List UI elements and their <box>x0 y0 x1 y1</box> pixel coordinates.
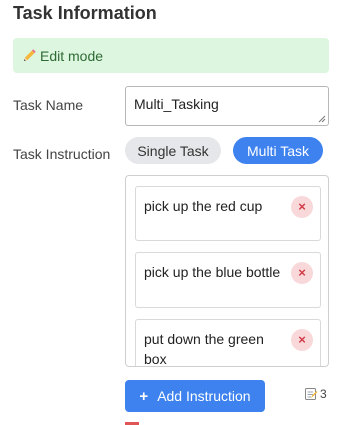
remove-instruction-button[interactable]: × <box>291 329 313 351</box>
instruction-text: put down the green box <box>144 331 264 367</box>
task-information-panel: Task Information Edit mode Task Name Mul… <box>0 0 355 425</box>
instruction-item[interactable]: pick up the red cup × <box>135 186 321 241</box>
multi-task-button[interactable]: Multi Task <box>233 137 323 164</box>
memo-icon <box>305 388 318 400</box>
resize-grip-icon[interactable] <box>318 115 326 123</box>
single-task-button[interactable]: Single Task <box>125 137 221 164</box>
task-instruction-label: Task Instruction <box>13 146 111 162</box>
plus-icon: + <box>139 387 149 405</box>
add-instruction-label: Add Instruction <box>157 388 251 404</box>
task-name-input[interactable]: Multi_Tasking <box>125 86 329 126</box>
remove-instruction-button[interactable]: × <box>291 196 313 218</box>
instruction-list[interactable]: pick up the red cup × pick up the blue b… <box>125 175 329 367</box>
close-icon: × <box>298 332 306 347</box>
instruction-count: 3 <box>304 387 327 401</box>
pencil-icon <box>24 48 36 61</box>
add-instruction-button[interactable]: + Add Instruction <box>125 380 265 412</box>
instruction-text: pick up the blue bottle <box>144 264 281 280</box>
instruction-text: pick up the red cup <box>144 198 263 214</box>
panel-title: Task Information <box>13 3 157 23</box>
task-name-value: Multi_Tasking <box>134 96 219 112</box>
close-icon: × <box>298 199 306 214</box>
instruction-count-value: 3 <box>320 387 327 401</box>
instruction-item[interactable]: pick up the blue bottle × <box>135 252 321 308</box>
instruction-item[interactable]: put down the green box × <box>135 319 321 367</box>
edit-mode-text: Edit mode <box>40 47 104 64</box>
edit-mode-banner: Edit mode <box>13 38 329 73</box>
close-icon: × <box>298 265 306 280</box>
remove-instruction-button[interactable]: × <box>291 262 313 284</box>
task-name-label: Task Name <box>13 97 84 113</box>
